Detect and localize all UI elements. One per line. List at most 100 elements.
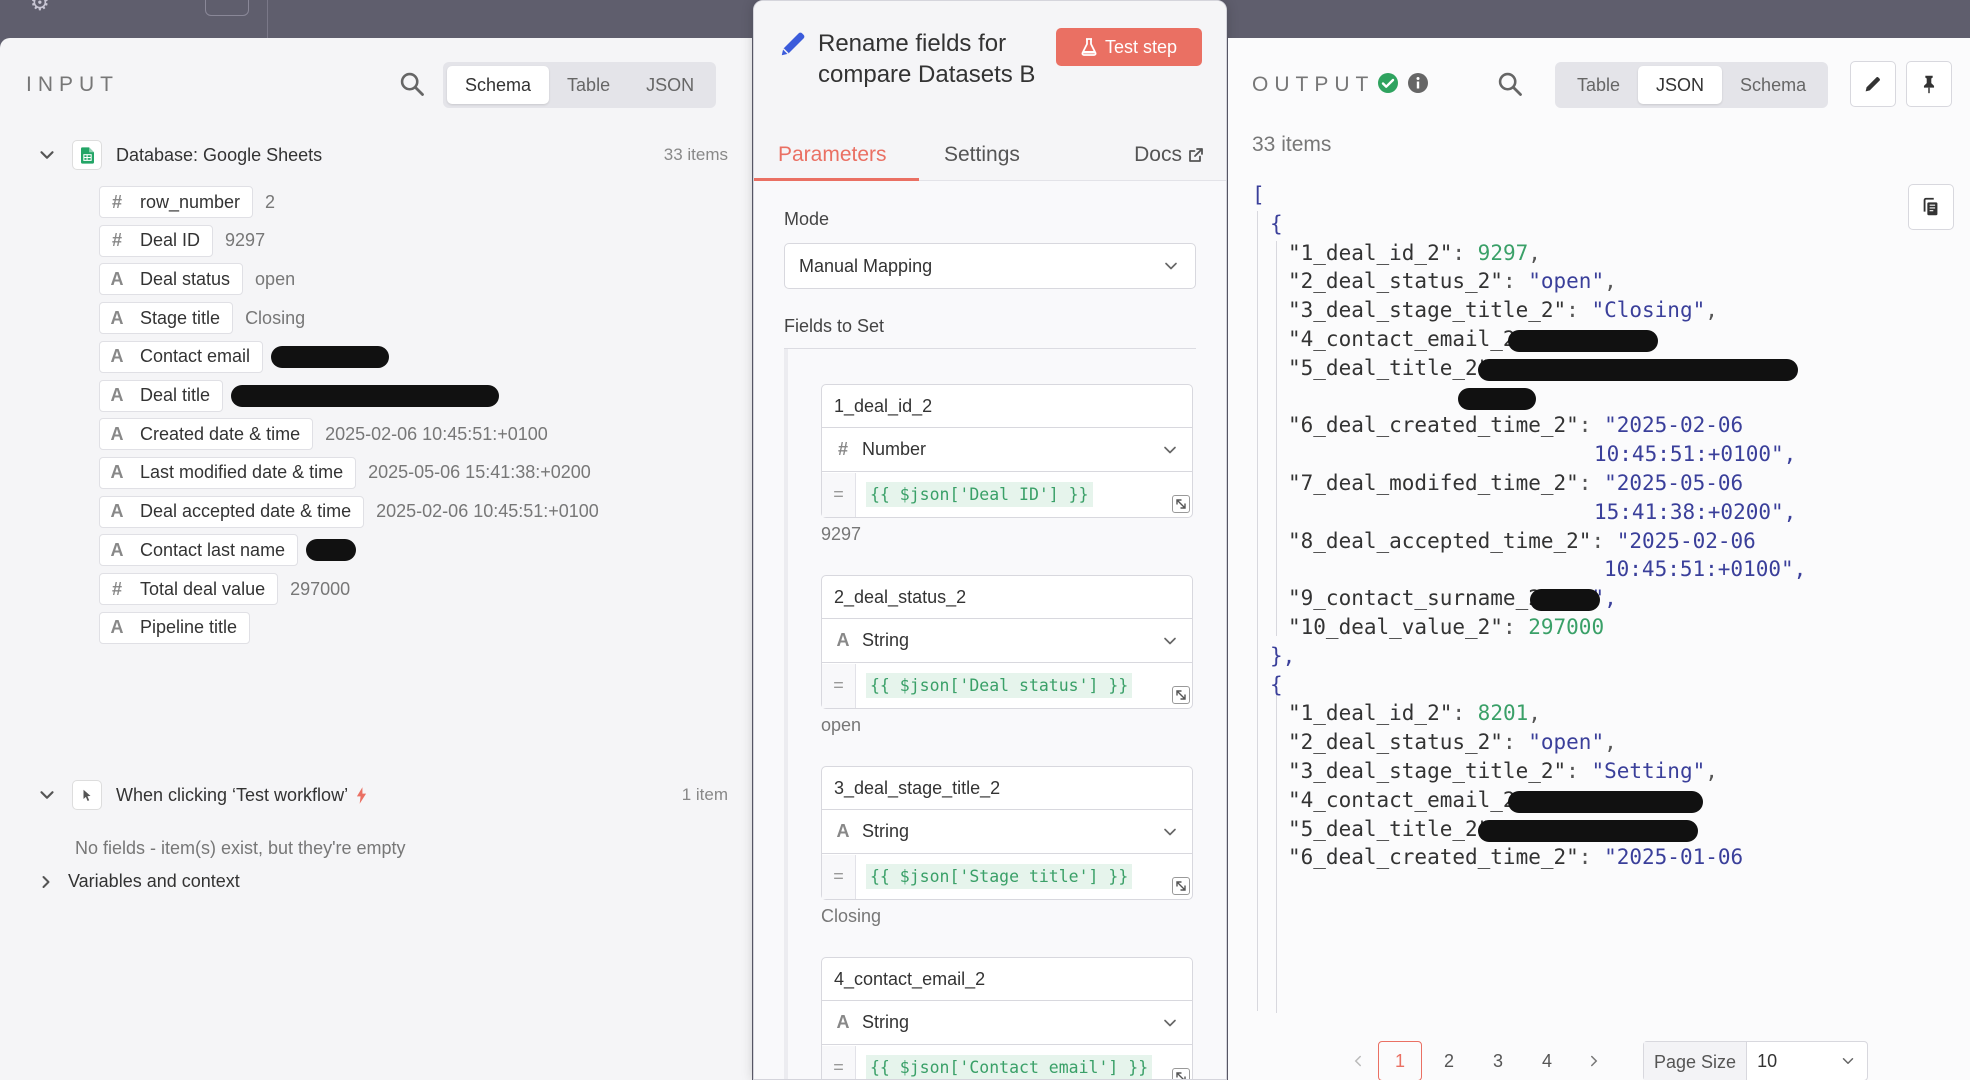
json-punctuation: ,: [1528, 701, 1541, 726]
redacted-value: [1458, 387, 1536, 410]
assignment-expression-input[interactable]: = {{ $json['Stage title'] }}: [821, 854, 1193, 900]
variables-context-label: Variables and context: [68, 871, 240, 891]
active-tab-indicator: [754, 178, 919, 181]
assignment-name-input[interactable]: 1_deal_id_2: [821, 384, 1193, 428]
number-type-icon: #: [111, 578, 122, 599]
schema-field[interactable]: # Total deal value 297000: [99, 573, 350, 605]
string-type-icon: A: [836, 821, 850, 841]
edit-output-button[interactable]: [1850, 61, 1896, 107]
node-title[interactable]: Rename fields for compare Datasets B: [818, 28, 1048, 90]
search-icon[interactable]: [398, 70, 426, 98]
assignment-type-select[interactable]: A String: [821, 810, 1193, 854]
field-pill[interactable]: A Deal accepted date & time: [99, 495, 365, 528]
json-line: },: [1270, 644, 1295, 668]
item-count: 33 items: [663, 145, 728, 164]
json-line: {: [1270, 212, 1283, 236]
json-value: "2025-02-06: [1604, 413, 1744, 438]
assignment-name-input[interactable]: 4_contact_email_2: [821, 957, 1193, 1001]
string-type-icon: A: [110, 385, 124, 405]
field-pill[interactable]: A Created date & time: [99, 418, 314, 451]
field-name: Contact last name: [140, 539, 286, 560]
docs-link[interactable]: Docs: [1134, 143, 1204, 167]
field-assignment: 1_deal_id_2 # Number = {{ $json['Deal ID'] }…: [821, 384, 1193, 545]
assignment-expression-input[interactable]: = {{ $json['Contact email'] }}: [821, 1045, 1193, 1079]
output-tab-table[interactable]: Table: [1559, 66, 1638, 104]
json-key: "4_contact_email_2": [1288, 787, 1529, 812]
chevron-right-icon[interactable]: [36, 872, 56, 892]
page-2-button[interactable]: 2: [1427, 1041, 1471, 1080]
chevron-down-icon[interactable]: [36, 144, 58, 166]
field-pill[interactable]: # Total deal value: [99, 573, 279, 605]
schema-field[interactable]: A Last modified date & time 2025-05-06 15:…: [99, 456, 591, 489]
page-1-button[interactable]: 1: [1378, 1041, 1422, 1080]
output-tab-json[interactable]: JSON: [1638, 66, 1723, 104]
assignment-type-select[interactable]: A String: [821, 1001, 1193, 1045]
search-icon[interactable]: [1496, 70, 1524, 98]
json-key: "1_deal_id_2": [1288, 240, 1453, 265]
schema-field[interactable]: A Deal title: [99, 379, 500, 412]
assignment-name-input[interactable]: 2_deal_status_2: [821, 575, 1193, 619]
node-row-manual-trigger[interactable]: When clicking ‘Test workflow’ 1 item: [36, 778, 728, 812]
schema-field[interactable]: A Created date & time 2025-02-06 10:45:51:…: [99, 418, 548, 451]
expression-result: Closing: [821, 906, 882, 926]
schema-field[interactable]: A Pipeline title: [99, 611, 251, 644]
schema-field[interactable]: A Contact email: [99, 340, 390, 373]
json-key: "6_deal_created_time_2": [1288, 845, 1579, 870]
view-tab-schema[interactable]: Schema: [447, 66, 550, 104]
test-step-button[interactable]: Test step: [1056, 28, 1202, 66]
mode-select[interactable]: Manual Mapping: [784, 243, 1196, 289]
json-key: "2_deal_status_2": [1288, 269, 1503, 294]
page-size-value-box[interactable]: 10: [1747, 1042, 1867, 1080]
tab-parameters[interactable]: Parameters: [778, 143, 887, 167]
schema-field[interactable]: # Deal ID 9297: [99, 224, 265, 257]
schema-field[interactable]: A Stage title Closing: [99, 302, 305, 335]
expression-equals-icon: =: [822, 1045, 856, 1079]
lightning-icon: [356, 786, 367, 804]
field-pill[interactable]: A Deal title: [99, 379, 224, 412]
tab-settings[interactable]: Settings: [944, 143, 1020, 167]
assignment-name-input[interactable]: 3_deal_stage_title_2: [821, 766, 1193, 810]
schema-field[interactable]: A Deal accepted date & time 2025-02-06 10:…: [99, 495, 599, 528]
view-tab-json[interactable]: JSON: [628, 66, 712, 104]
assignment-type-select[interactable]: # Number: [821, 428, 1193, 472]
field-pill[interactable]: A Contact last name: [99, 534, 299, 567]
chevron-left-icon[interactable]: [1338, 1041, 1378, 1080]
field-pill[interactable]: A Deal status: [99, 263, 244, 296]
info-icon[interactable]: [1407, 72, 1429, 94]
field-pill[interactable]: A Pipeline title: [99, 611, 251, 644]
field-pill[interactable]: # Deal ID: [99, 224, 214, 257]
expand-icon[interactable]: [1172, 1068, 1190, 1079]
expand-icon[interactable]: [1172, 877, 1190, 895]
schema-field[interactable]: A Deal status open: [99, 263, 295, 296]
field-pill[interactable]: A Stage title: [99, 302, 234, 335]
expand-icon[interactable]: [1172, 495, 1190, 513]
pin-data-button[interactable]: [1906, 61, 1952, 107]
assignment-expression-input[interactable]: = {{ $json['Deal ID'] }}: [821, 472, 1193, 518]
field-pill[interactable]: A Contact email: [99, 340, 264, 373]
page-3-button[interactable]: 3: [1476, 1041, 1520, 1080]
node-parameters-panel: Rename fields for compare Datasets B Tes…: [753, 0, 1227, 1080]
chevron-down-icon[interactable]: [36, 784, 58, 806]
view-tab-table[interactable]: Table: [549, 66, 628, 104]
expand-icon[interactable]: [1172, 686, 1190, 704]
variables-context-toggle[interactable]: Variables and context: [36, 871, 240, 892]
page-4-button[interactable]: 4: [1525, 1041, 1569, 1080]
chevron-right-icon[interactable]: [1574, 1041, 1614, 1080]
string-type-icon: A: [836, 1012, 850, 1032]
assignment-type-select[interactable]: A String: [821, 619, 1193, 663]
string-type-icon: A: [110, 346, 124, 367]
page-size-select[interactable]: Page Size 10: [1643, 1041, 1869, 1080]
schema-field[interactable]: # row_number 2: [99, 186, 275, 218]
output-tab-schema[interactable]: Schema: [1722, 66, 1824, 104]
pin-icon: [1923, 75, 1935, 94]
field-pill[interactable]: # row_number: [99, 186, 254, 218]
redacted-value: [1478, 819, 1698, 842]
node-row-google-sheets[interactable]: Database: Google Sheets 33 items: [36, 138, 728, 172]
json-line: "3_deal_stage_title_2": "Setting",: [1288, 759, 1718, 783]
node-label: When clicking ‘Test workflow’: [116, 784, 349, 805]
field-pill[interactable]: A Last modified date & time: [99, 456, 357, 489]
input-panel: INPUT Schema Table JSON Database: Google S…: [0, 38, 752, 1080]
page-size-value: 10: [1757, 1050, 1778, 1071]
assignment-expression-input[interactable]: = {{ $json['Deal status'] }}: [821, 663, 1193, 709]
schema-field[interactable]: A Contact last name: [99, 534, 357, 567]
